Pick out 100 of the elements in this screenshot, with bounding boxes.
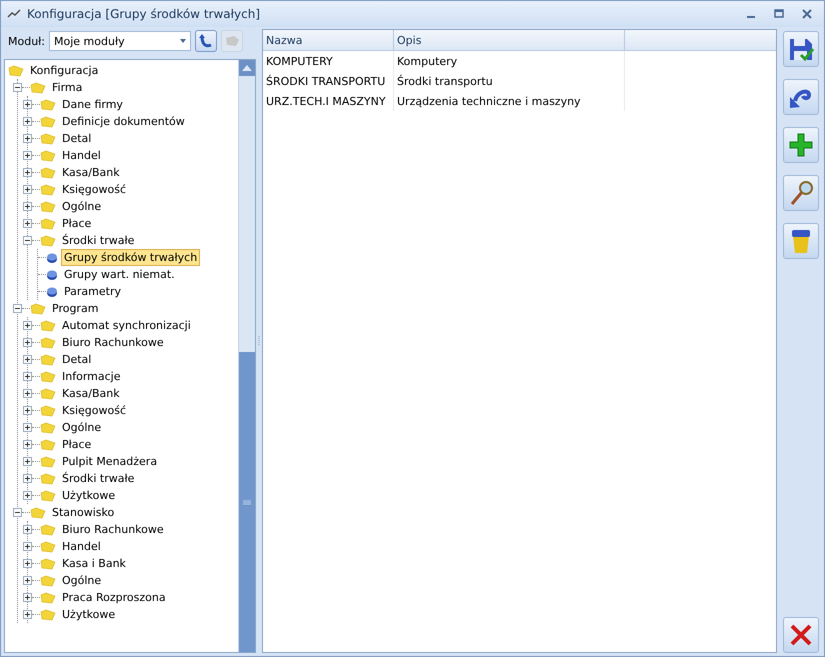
folder-icon — [40, 422, 56, 434]
folder-icon — [30, 82, 46, 94]
folder-icon — [40, 132, 56, 144]
folder-icon — [40, 456, 56, 468]
table-cell: Urządzenia techniczne i maszyny — [394, 91, 625, 111]
tree-item[interactable]: Biuro Rachunkowe — [59, 521, 167, 538]
app-icon — [7, 9, 21, 19]
tree-item[interactable]: Automat synchronizacji — [59, 317, 194, 334]
table-cell: URZ.TECH.I MASZYNY — [263, 91, 394, 111]
expand-icon[interactable] — [23, 202, 32, 211]
expand-icon[interactable] — [23, 372, 32, 381]
delete-button[interactable] — [783, 223, 819, 259]
tree-item[interactable]: Konfiguracja — [27, 62, 102, 79]
expand-icon[interactable] — [23, 423, 32, 432]
expand-icon[interactable] — [23, 168, 32, 177]
expand-icon[interactable] — [23, 440, 32, 449]
expand-icon[interactable] — [23, 134, 32, 143]
expand-icon[interactable] — [23, 389, 32, 398]
collapse-icon[interactable] — [13, 304, 22, 313]
folder-icon — [40, 540, 56, 552]
expand-icon[interactable] — [23, 610, 32, 619]
expand-icon[interactable] — [23, 491, 32, 500]
grip-icon — [243, 500, 251, 504]
tree-item[interactable]: Handel — [59, 538, 104, 555]
expand-icon[interactable] — [23, 474, 32, 483]
folder-icon — [40, 218, 56, 230]
expand-icon[interactable] — [23, 117, 32, 126]
tree-item[interactable]: Płace — [59, 215, 94, 232]
folder-icon — [30, 506, 46, 518]
folder-icon — [40, 354, 56, 366]
expand-icon[interactable] — [23, 185, 32, 194]
tree-item[interactable]: Dane firmy — [59, 96, 126, 113]
cylinder-icon — [46, 286, 58, 298]
folder-icon — [40, 166, 56, 178]
undo-button[interactable] — [783, 79, 819, 115]
collapse-icon[interactable] — [23, 236, 32, 245]
tree-item[interactable]: Praca Rozproszona — [59, 589, 169, 606]
expand-icon[interactable] — [23, 406, 32, 415]
tree-item[interactable]: Detal — [59, 351, 94, 368]
tree-item[interactable]: Grupy wart. niemat. — [61, 266, 178, 283]
expand-icon[interactable] — [23, 593, 32, 602]
search-button[interactable] — [783, 175, 819, 211]
expand-icon[interactable] — [23, 576, 32, 585]
tree-item[interactable]: Użytkowe — [59, 487, 118, 504]
collapse-icon[interactable] — [13, 508, 22, 517]
tree-item[interactable]: Środki trwałe — [59, 232, 138, 249]
module-dropdown[interactable]: Moje moduły — [49, 31, 192, 51]
cancel-button[interactable] — [783, 617, 819, 653]
expand-icon[interactable] — [23, 457, 32, 466]
add-button[interactable] — [783, 127, 819, 163]
tree-item[interactable]: Informacje — [59, 368, 124, 385]
column-header[interactable]: Opis — [394, 30, 625, 50]
expand-icon[interactable] — [23, 321, 32, 330]
tree-item[interactable]: Kasa/Bank — [59, 385, 123, 402]
tree-item[interactable]: Program — [49, 300, 102, 317]
column-header[interactable]: Nazwa — [263, 30, 394, 50]
tree-item[interactable]: Detal — [59, 130, 94, 147]
tree-item[interactable]: Definicje dokumentów — [59, 113, 188, 130]
tree-item[interactable]: Ogólne — [59, 572, 104, 589]
tree-item[interactable]: Księgowość — [59, 402, 129, 419]
expand-icon[interactable] — [23, 559, 32, 568]
tree-item[interactable]: Płace — [59, 436, 94, 453]
expand-icon[interactable] — [23, 355, 32, 364]
expand-icon[interactable] — [23, 151, 32, 160]
folder-icon — [40, 234, 56, 246]
tree-item[interactable]: Stanowisko — [49, 504, 118, 521]
tree-item[interactable]: Parametry — [61, 283, 124, 300]
tree-item[interactable]: Biuro Rachunkowe — [59, 334, 167, 351]
window-title: Konfiguracja [Grupy środków trwałych] — [27, 7, 262, 21]
folder-icon — [40, 608, 56, 620]
tree-item[interactable]: Pulpit Menadżera — [59, 453, 160, 470]
maximize-icon — [774, 9, 784, 19]
cylinder-icon — [46, 252, 58, 264]
refresh-button[interactable] — [195, 30, 218, 52]
tree-item[interactable]: Ogólne — [59, 198, 104, 215]
tree-item[interactable]: Ogólne — [59, 419, 104, 436]
folder-icon — [40, 404, 56, 416]
table-cell: KOMPUTERY — [263, 51, 394, 71]
tree-item[interactable]: Grupy środków trwałych — [61, 249, 200, 266]
tree-item[interactable]: Kasa/Bank — [59, 164, 123, 181]
tree-item[interactable]: Użytkowe — [59, 606, 118, 623]
tree-item[interactable]: Kasa i Bank — [59, 555, 129, 572]
collapse-icon[interactable] — [13, 83, 22, 92]
cylinder-icon — [46, 268, 58, 280]
scrollbar[interactable] — [238, 60, 255, 652]
save-button[interactable] — [783, 31, 819, 67]
expand-icon[interactable] — [23, 525, 32, 534]
tree-item[interactable]: Środki trwałe — [59, 470, 138, 487]
plus-icon — [788, 132, 814, 158]
expand-icon[interactable] — [23, 338, 32, 347]
expand-icon[interactable] — [23, 219, 32, 228]
module-label: Moduł: — [8, 34, 46, 48]
folder-icon — [40, 320, 56, 332]
table-cell: Środki transportu — [394, 71, 625, 91]
expand-icon[interactable] — [23, 100, 32, 109]
tree-item[interactable]: Handel — [59, 147, 104, 164]
minimize-icon — [747, 16, 755, 18]
tree-item[interactable]: Firma — [49, 79, 86, 96]
expand-icon[interactable] — [23, 542, 32, 551]
tree-item[interactable]: Księgowość — [59, 181, 129, 198]
